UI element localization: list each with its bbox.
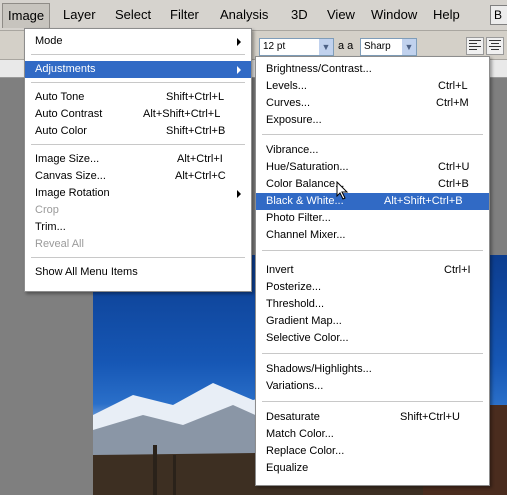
- menu-separator: [262, 401, 483, 402]
- menu-separator: [31, 257, 245, 258]
- menu-item-auto-tone[interactable]: Auto Tone Shift+Ctrl+L: [25, 89, 251, 106]
- align-center-button[interactable]: [486, 37, 504, 55]
- menu-layer[interactable]: Layer: [58, 4, 101, 26]
- antialias-value: Sharp: [364, 41, 391, 52]
- menu-item-mode[interactable]: Mode: [25, 33, 251, 50]
- menu-image[interactable]: Image: [2, 3, 51, 28]
- menu-item-crop[interactable]: Crop: [25, 202, 251, 219]
- menu-item-threshold[interactable]: Threshold...: [256, 296, 489, 313]
- menu-view[interactable]: View: [322, 4, 360, 26]
- menu-item-auto-contrast[interactable]: Auto Contrast Alt+Shift+Ctrl+L: [25, 106, 251, 123]
- menu-item-equalize[interactable]: Equalize: [256, 460, 489, 477]
- bridge-button[interactable]: B: [490, 5, 507, 25]
- menu-separator: [262, 250, 483, 251]
- chevron-down-icon: ▼: [319, 39, 333, 55]
- mouse-cursor-icon: [336, 181, 349, 200]
- menu-item-black-white[interactable]: Black & White... Alt+Shift+Ctrl+B: [256, 193, 489, 210]
- menu-separator: [31, 54, 245, 55]
- menu-item-variations[interactable]: Variations...: [256, 378, 489, 395]
- menu-separator: [262, 134, 483, 135]
- menu-item-image-size[interactable]: Image Size... Alt+Ctrl+I: [25, 151, 251, 168]
- menu-item-trim[interactable]: Trim...: [25, 219, 251, 236]
- menu-item-show-all-menu-items[interactable]: Show All Menu Items: [25, 264, 251, 281]
- menu-item-shadows-highlights[interactable]: Shadows/Highlights...: [256, 361, 489, 378]
- font-size-select[interactable]: 12 pt ▼: [259, 38, 334, 56]
- image-menu: Mode Adjustments Auto Tone Shift+Ctrl+L …: [24, 28, 252, 292]
- antialias-icon: a a: [338, 40, 354, 52]
- menu-select[interactable]: Select: [110, 4, 156, 26]
- submenu-arrow-icon: [237, 190, 241, 198]
- align-left-button[interactable]: [466, 37, 484, 55]
- chevron-down-icon: ▼: [402, 39, 416, 55]
- menu-bar: Image Layer Select Filter Analysis 3D Vi…: [0, 0, 507, 31]
- font-size-value: 12 pt: [263, 41, 286, 52]
- menu-item-photo-filter[interactable]: Photo Filter...: [256, 210, 489, 227]
- menu-item-replace-color[interactable]: Replace Color...: [256, 443, 489, 460]
- menu-item-hue-saturation[interactable]: Hue/Saturation... Ctrl+U: [256, 159, 489, 176]
- menu-item-posterize[interactable]: Posterize...: [256, 279, 489, 296]
- menu-item-desaturate[interactable]: Desaturate Shift+Ctrl+U: [256, 409, 489, 426]
- menu-separator: [31, 144, 245, 145]
- menu-3d[interactable]: 3D: [286, 4, 313, 26]
- menu-separator: [262, 353, 483, 354]
- menu-analysis[interactable]: Analysis: [215, 4, 273, 26]
- menu-item-invert[interactable]: Invert Ctrl+I: [256, 262, 489, 279]
- menu-item-color-balance[interactable]: Color Balance... Ctrl+B: [256, 176, 489, 193]
- menu-item-reveal-all[interactable]: Reveal All: [25, 236, 251, 253]
- menu-item-vibrance[interactable]: Vibrance...: [256, 142, 489, 159]
- menu-item-adjustments[interactable]: Adjustments: [25, 61, 251, 78]
- menu-item-levels[interactable]: Levels... Ctrl+L: [256, 78, 489, 95]
- menu-item-selective-color[interactable]: Selective Color...: [256, 330, 489, 347]
- antialias-select[interactable]: Sharp ▼: [360, 38, 417, 56]
- menu-item-image-rotation[interactable]: Image Rotation: [25, 185, 251, 202]
- submenu-arrow-icon: [237, 38, 241, 46]
- menu-item-auto-color[interactable]: Auto Color Shift+Ctrl+B: [25, 123, 251, 140]
- menu-item-gradient-map[interactable]: Gradient Map...: [256, 313, 489, 330]
- menu-item-exposure[interactable]: Exposure...: [256, 112, 489, 129]
- menu-window[interactable]: Window: [366, 4, 422, 26]
- menu-help[interactable]: Help: [428, 4, 465, 26]
- menu-item-curves[interactable]: Curves... Ctrl+M: [256, 95, 489, 112]
- submenu-arrow-icon: [237, 66, 241, 74]
- menu-item-canvas-size[interactable]: Canvas Size... Alt+Ctrl+C: [25, 168, 251, 185]
- menu-separator: [31, 82, 245, 83]
- menu-item-match-color[interactable]: Match Color...: [256, 426, 489, 443]
- menu-item-channel-mixer[interactable]: Channel Mixer...: [256, 227, 489, 244]
- menu-filter[interactable]: Filter: [165, 4, 204, 26]
- adjustments-submenu: Brightness/Contrast... Levels... Ctrl+L …: [255, 56, 490, 486]
- menu-item-brightness-contrast[interactable]: Brightness/Contrast...: [256, 61, 489, 78]
